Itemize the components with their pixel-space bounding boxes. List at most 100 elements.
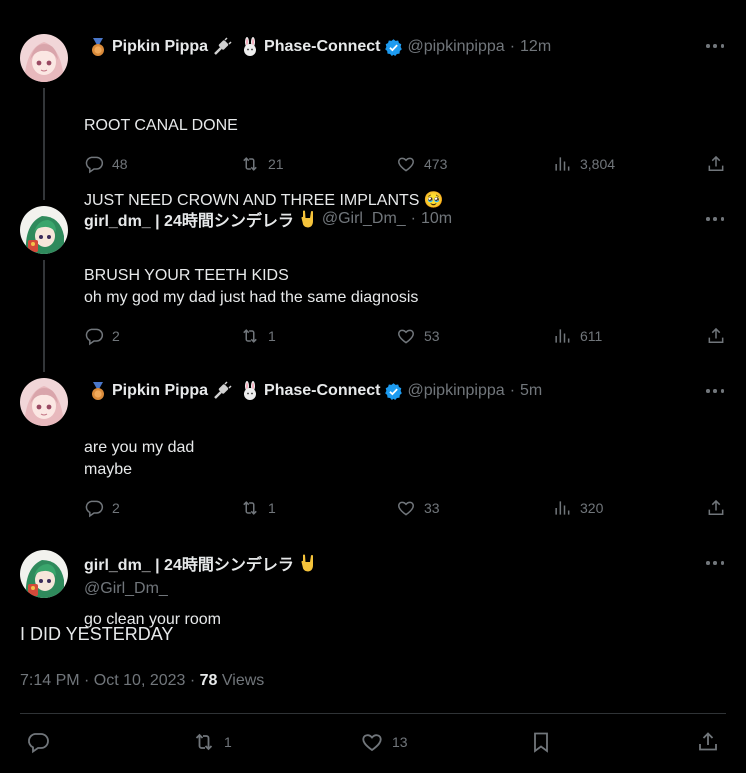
retweet-count: 1 <box>268 328 276 344</box>
retweet-icon <box>243 329 257 343</box>
reply-count: 48 <box>112 156 128 172</box>
like-icon <box>397 329 415 344</box>
handle[interactable]: @pipkinpippa <box>407 38 504 56</box>
share-button[interactable] <box>706 498 726 518</box>
reply-button[interactable]: 2 <box>84 498 120 518</box>
display-name[interactable]: girl_dm_ | 24時間シンデレラ <box>84 551 294 575</box>
like-count: 33 <box>424 500 440 516</box>
focused-tweet-actions: 1 13 <box>20 730 726 760</box>
tweet-1[interactable]: Pipkin Pippa Phase-Connect @pipkinpippa … <box>0 0 746 284</box>
share-button[interactable] <box>696 730 720 754</box>
views-icon <box>555 501 570 515</box>
like-count: 473 <box>424 156 448 172</box>
like-count: 53 <box>424 328 440 344</box>
avatar-girl-dm[interactable] <box>20 550 68 598</box>
handle[interactable]: @Girl_Dm_ <box>84 580 168 598</box>
plug-icon <box>212 37 232 57</box>
like-button[interactable]: 13 <box>360 730 408 754</box>
separator-dot: · <box>509 382 516 399</box>
retweet-icon <box>195 733 213 751</box>
views-count: 3,804 <box>580 156 616 172</box>
tweet-3[interactable]: Pipkin Pippa Phase-Connect @pipkinpippa … <box>0 362 746 628</box>
retweet-button[interactable]: 1 <box>240 498 276 518</box>
tweet-header: Pipkin Pippa Phase-Connect @pipkinpippa … <box>84 36 551 58</box>
retweet-icon <box>243 501 257 515</box>
reply-count: 2 <box>112 328 120 344</box>
display-name[interactable]: girl_dm_ | 24時間シンデレラ <box>84 207 294 231</box>
like-button[interactable]: 473 <box>396 154 447 174</box>
like-icon <box>397 157 415 172</box>
reply-button[interactable]: 2 <box>84 326 120 346</box>
retweet-button[interactable]: 1 <box>192 730 232 754</box>
handle[interactable]: @Girl_Dm_ <box>322 210 406 228</box>
like-button[interactable]: 53 <box>396 326 440 346</box>
views-icon <box>555 157 570 171</box>
handle[interactable]: @pipkinpippa <box>407 382 504 400</box>
focused-tweet: girl_dm_ | 24時間シンデレラ @Girl_Dm_ I DID YES… <box>0 534 746 773</box>
share-icon <box>708 327 724 343</box>
more-icon[interactable] <box>706 560 724 566</box>
views-button[interactable]: 611 <box>552 326 602 346</box>
avatar-pipkin[interactable] <box>20 34 68 82</box>
separator-dot: · <box>509 38 516 55</box>
reply-icon <box>85 156 104 174</box>
share-button[interactable] <box>706 326 726 346</box>
bookmark-button[interactable] <box>529 730 553 754</box>
avatar-girl-dm[interactable] <box>20 206 68 254</box>
separator-dot: · <box>410 210 416 227</box>
author-handle-row: @Girl_Dm_ <box>84 578 168 600</box>
reply-count: 2 <box>112 500 120 516</box>
tweet-line: ROOT CANAL DONE <box>84 117 238 134</box>
tweet-actions: 48 21 473 3,804 <box>84 154 726 178</box>
tweet-header: girl_dm_ | 24時間シンデレラ @Girl_Dm_ · 10m <box>84 208 452 230</box>
like-button[interactable]: 33 <box>396 498 440 518</box>
verified-badge-icon <box>384 382 403 401</box>
views-button[interactable]: 320 <box>552 498 603 518</box>
more-icon[interactable] <box>706 388 724 394</box>
timestamp[interactable]: 5m <box>520 382 542 400</box>
more-icon[interactable] <box>706 43 724 49</box>
divider <box>20 713 726 714</box>
reply-icon <box>85 500 104 518</box>
focused-tweet-text: I DID YESTERDAY <box>20 624 174 644</box>
conversation-thread: Pipkin Pippa Phase-Connect @pipkinpippa … <box>0 0 746 773</box>
affiliation[interactable]: Phase-Connect <box>264 382 380 400</box>
views-count: 320 <box>580 500 604 516</box>
bookmark-icon <box>534 732 548 753</box>
display-name[interactable]: Pipkin Pippa <box>112 38 208 56</box>
avatar-pipkin[interactable] <box>20 378 68 426</box>
retweet-icon <box>243 157 257 171</box>
views-icon <box>555 329 570 343</box>
author-name-row: girl_dm_ | 24時間シンデレラ <box>84 552 322 574</box>
share-icon <box>708 499 724 515</box>
post-timestamp[interactable]: 7:14 PM · Oct 10, 2023 · <box>20 672 200 689</box>
like-icon <box>397 501 415 516</box>
share-button[interactable] <box>706 154 726 174</box>
rock-hand-icon <box>298 553 318 573</box>
tweet-actions: 2 1 33 320 <box>84 498 726 522</box>
reply-icon <box>28 733 49 754</box>
more-icon[interactable] <box>706 216 724 222</box>
tweet-2[interactable]: girl_dm_ | 24時間シンデレラ @Girl_Dm_ · 10m oh … <box>0 190 746 456</box>
timestamp[interactable]: 12m <box>520 38 551 56</box>
reply-icon <box>85 328 104 346</box>
affiliation[interactable]: Phase-Connect <box>264 38 380 56</box>
tweet-line: maybe <box>84 461 133 478</box>
reply-button[interactable] <box>26 730 50 754</box>
views-count: 611 <box>580 328 603 344</box>
plug-icon <box>212 381 232 401</box>
retweet-count: 1 <box>268 500 276 516</box>
timestamp[interactable]: 10m <box>421 210 452 228</box>
retweet-button[interactable]: 1 <box>240 326 276 346</box>
tweet-actions: 2 1 53 611 <box>84 326 726 350</box>
views-label: Views <box>217 672 265 689</box>
share-icon <box>699 732 717 751</box>
views-button[interactable]: 3,804 <box>552 154 615 174</box>
display-name[interactable]: Pipkin Pippa <box>112 382 208 400</box>
share-icon <box>708 155 724 171</box>
rabbit-icon <box>240 37 260 57</box>
retweet-button[interactable]: 21 <box>240 154 284 174</box>
retweet-count: 21 <box>268 156 284 172</box>
tweet-header: Pipkin Pippa Phase-Connect @pipkinpippa … <box>84 380 542 402</box>
reply-button[interactable]: 48 <box>84 154 128 174</box>
